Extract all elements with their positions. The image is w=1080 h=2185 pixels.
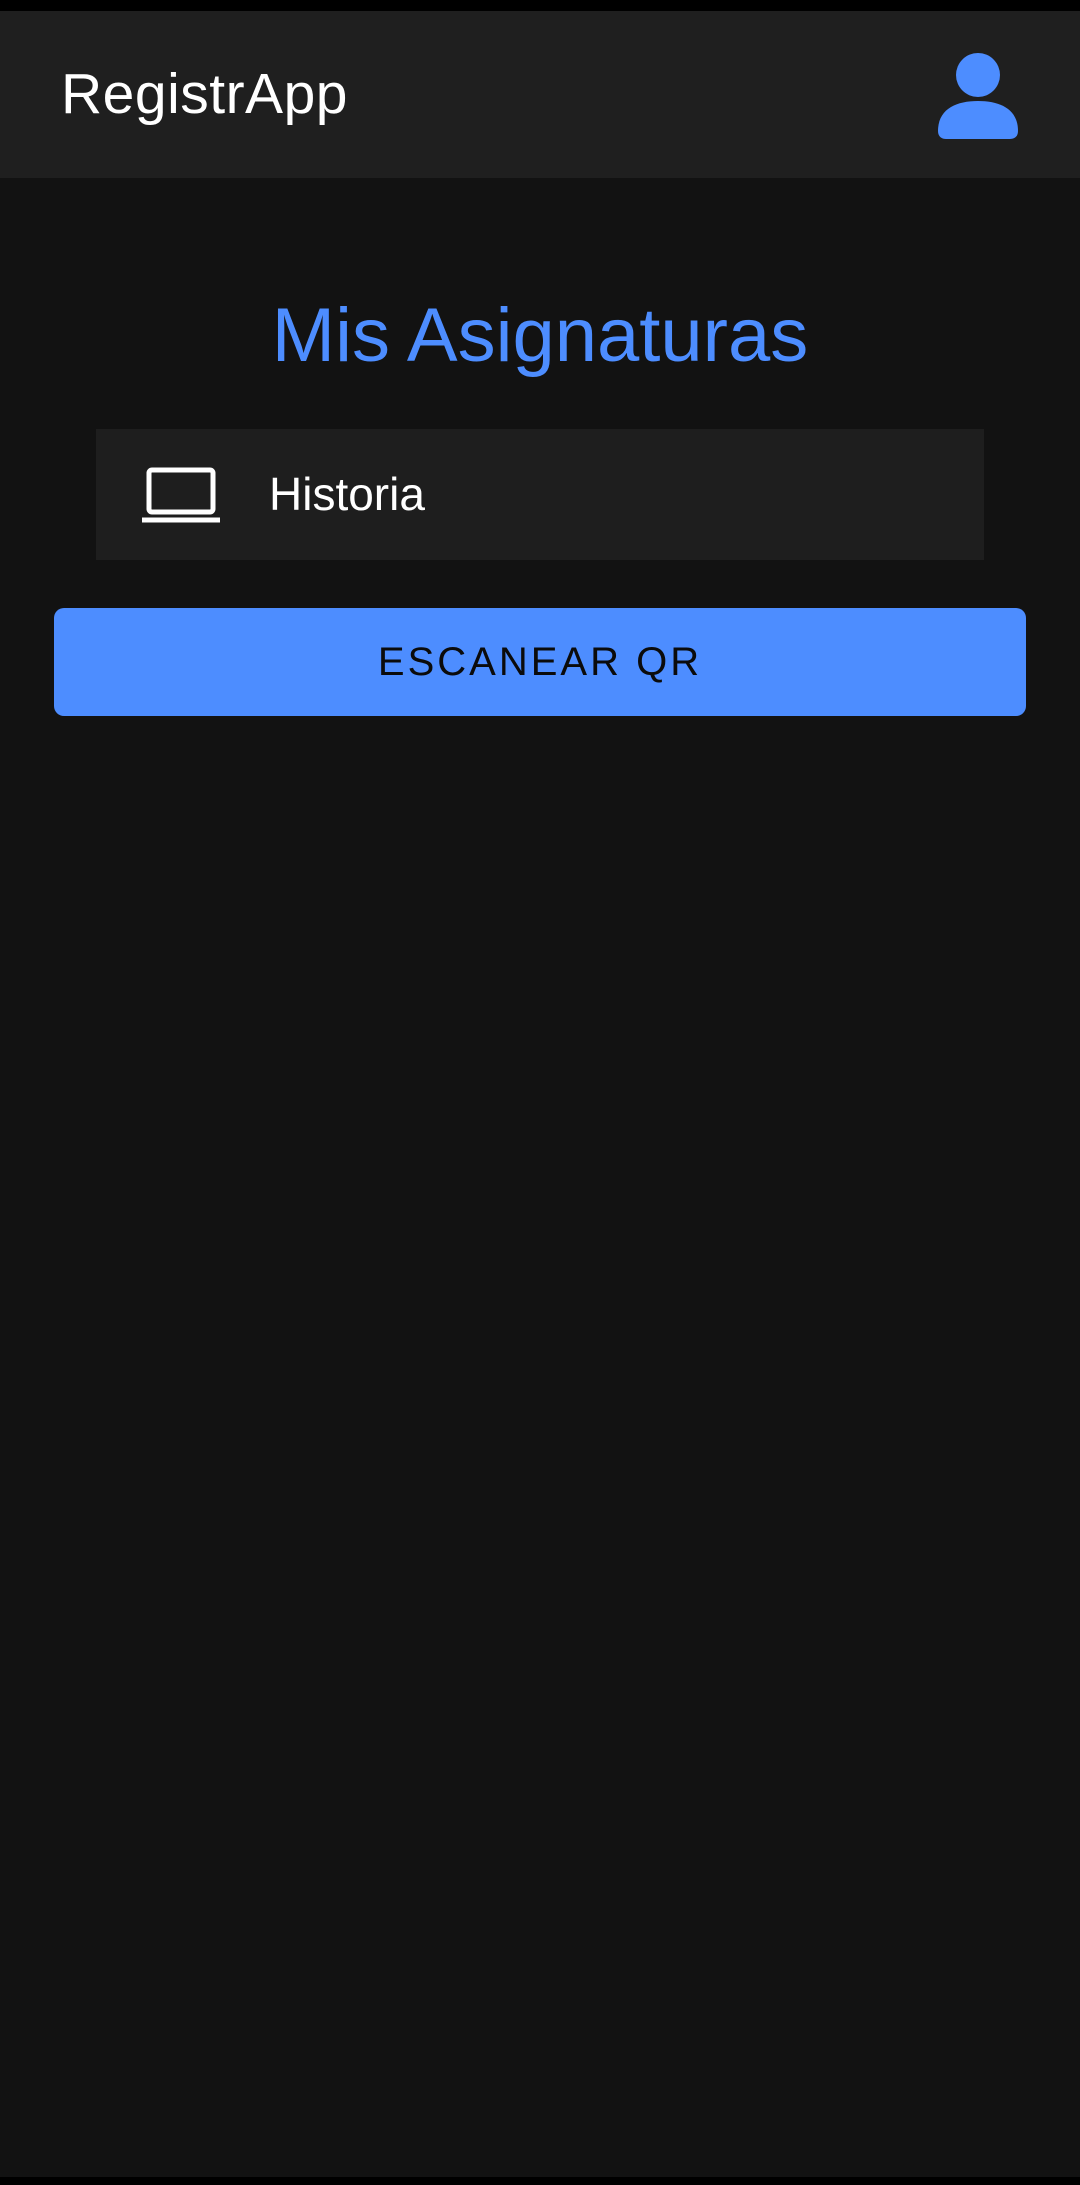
subject-label: Historia [269, 468, 425, 520]
page-title: Mis Asignaturas [271, 293, 809, 378]
scan-qr-button[interactable]: ESCANEAR QR [54, 608, 1026, 716]
app-title: RegistrApp [61, 62, 348, 126]
navigation-bar [0, 2177, 1080, 2185]
laptop-icon [142, 467, 220, 523]
main-content: Mis Asignaturas Historia ESCANEAR QR [0, 178, 1080, 2177]
subject-item-historia[interactable]: Historia [96, 429, 984, 560]
status-bar [0, 0, 1080, 11]
app-toolbar: RegistrApp [0, 11, 1080, 178]
profile-button[interactable] [930, 47, 1026, 143]
person-icon [938, 53, 1018, 139]
